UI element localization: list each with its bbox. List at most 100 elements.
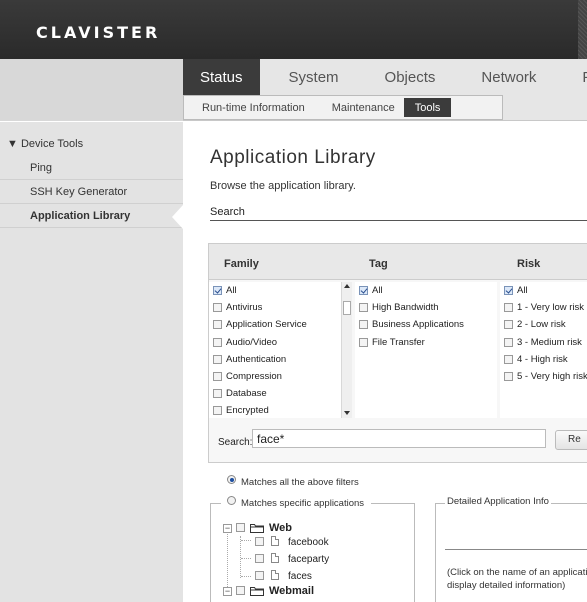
checkbox[interactable]: [213, 389, 222, 399]
risk-option-3-medium-risk[interactable]: 3 - Medium risk: [500, 334, 587, 351]
tab-system[interactable]: System: [272, 59, 356, 95]
tab-status[interactable]: Status: [183, 59, 260, 95]
family-option-audio-video[interactable]: Audio/Video: [209, 334, 341, 351]
family-option-antivirus[interactable]: Antivirus: [209, 299, 341, 316]
family-list[interactable]: All Antivirus Application Service Audio/Vid…: [209, 282, 341, 418]
tree-checkbox-facebook[interactable]: [255, 537, 264, 546]
sidebar-item-ssh-key-generator[interactable]: SSH Key Generator: [0, 180, 183, 204]
risk-option-2-low-risk[interactable]: 2 - Low risk: [500, 316, 587, 333]
checkbox[interactable]: [359, 320, 368, 330]
subtab-run-time-information[interactable]: Run-time Information: [184, 96, 314, 119]
option-label: High Bandwidth: [372, 302, 439, 314]
tree-checkbox-faces[interactable]: [255, 571, 264, 580]
risk-option-5-very-high-risk[interactable]: 5 - Very high risk: [500, 368, 587, 385]
checkbox[interactable]: [504, 354, 513, 364]
subtab-tools[interactable]: Tools: [403, 98, 452, 117]
matches-all-radio[interactable]: [227, 475, 236, 484]
option-label: Antivirus: [226, 302, 263, 314]
matches-all-label[interactable]: Matches all the above filters: [241, 477, 359, 488]
scroll-down-icon[interactable]: [344, 411, 350, 415]
checkbox[interactable]: [213, 303, 222, 313]
detail-hint: (Click on the name of an applicati displ…: [447, 566, 587, 592]
family-option-encrypted[interactable]: Encrypted: [209, 402, 341, 418]
risk-option-1-very-low-risk[interactable]: 1 - Very low risk: [500, 299, 587, 316]
scroll-up-icon[interactable]: [344, 284, 350, 288]
tab-poli[interactable]: Poli: [565, 59, 587, 95]
tree-checkbox-webmail[interactable]: [236, 586, 245, 595]
sidebar-item-application-library[interactable]: Application Library: [0, 204, 183, 228]
checkbox[interactable]: [213, 406, 222, 416]
tree-checkbox-web[interactable]: [236, 523, 245, 532]
checkbox[interactable]: [504, 372, 513, 382]
tree-connector: [240, 536, 241, 578]
tab-network[interactable]: Network: [464, 59, 553, 95]
sub-tabs: Run-time Information Maintenance Tools: [183, 95, 503, 120]
tree-checkbox-faceparty[interactable]: [255, 554, 264, 563]
family-option-application-service[interactable]: Application Service: [209, 316, 341, 333]
tag-option-all[interactable]: All: [355, 282, 497, 299]
detail-hint-line1: (Click on the name of an applicati: [447, 567, 587, 578]
family-list-scrollbar[interactable]: [341, 282, 352, 418]
page-description: Browse the application library.: [210, 180, 356, 192]
option-label: Authentication: [226, 353, 287, 365]
family-option-compression[interactable]: Compression: [209, 368, 341, 385]
family-option-all[interactable]: All: [209, 282, 341, 299]
checkbox[interactable]: [504, 303, 513, 313]
filter-search-label: Search:: [218, 437, 253, 448]
checkbox[interactable]: [504, 337, 513, 347]
sidebar: ▼ Device Tools Ping SSH Key Generator Ap…: [0, 122, 183, 602]
checkbox[interactable]: [359, 286, 368, 296]
sidebar-item-ping[interactable]: Ping: [0, 156, 183, 180]
tag-list[interactable]: All High Bandwidth Business Applications Fi…: [355, 282, 497, 418]
option-label: All: [226, 285, 237, 297]
tag-column-header: Tag: [369, 258, 388, 270]
checkbox[interactable]: [213, 286, 222, 296]
matches-specific-radio[interactable]: [227, 496, 236, 505]
tree-item-facebook[interactable]: facebook: [288, 537, 329, 548]
tree-connector: [241, 558, 251, 559]
detail-hint-line2: display detailed information): [447, 580, 566, 591]
search-section-label: Search: [210, 206, 245, 218]
tree-group-webmail[interactable]: Webmail: [269, 585, 314, 597]
tag-option-business-applications[interactable]: Business Applications: [355, 316, 497, 333]
folder-icon: [250, 524, 264, 533]
subtab-maintenance[interactable]: Maintenance: [314, 96, 404, 119]
checkbox[interactable]: [213, 320, 222, 330]
reset-button[interactable]: Re: [555, 430, 587, 450]
family-option-authentication[interactable]: Authentication: [209, 351, 341, 368]
collapse-toggle-icon[interactable]: −: [223, 587, 232, 596]
tab-objects[interactable]: Objects: [368, 59, 453, 95]
option-label: All: [517, 285, 528, 297]
tree-item-faces[interactable]: faces: [288, 571, 312, 582]
checkbox[interactable]: [213, 372, 222, 382]
tree-group-web[interactable]: Web: [269, 522, 292, 534]
option-label: 5 - Very high risk: [517, 371, 587, 383]
family-option-database[interactable]: Database: [209, 385, 341, 402]
sidebar-section-device-tools[interactable]: ▼ Device Tools: [0, 122, 183, 150]
detail-divider: [445, 549, 587, 550]
checkbox[interactable]: [213, 354, 222, 364]
checkbox[interactable]: [504, 320, 513, 330]
collapse-toggle-icon[interactable]: −: [223, 524, 232, 533]
filter-search-input[interactable]: [252, 429, 546, 448]
risk-option-4-high-risk[interactable]: 4 - High risk: [500, 351, 587, 368]
risk-list[interactable]: All 1 - Very low risk 2 - Low risk 3 - Medi…: [500, 282, 587, 418]
tag-option-file-transfer[interactable]: File Transfer: [355, 334, 497, 351]
option-label: Encrypted: [226, 405, 269, 417]
matches-specific-label[interactable]: Matches specific applications: [241, 498, 364, 509]
option-label: Database: [226, 388, 267, 400]
checkbox[interactable]: [504, 286, 513, 296]
option-label: Audio/Video: [226, 336, 278, 348]
option-label: Compression: [226, 371, 282, 383]
clavister-logo: CLAVISTER: [36, 23, 161, 42]
header-edge-decoration: [578, 0, 587, 59]
top-header-bar: CLAVISTER: [0, 0, 587, 59]
tag-option-high-bandwidth[interactable]: High Bandwidth: [355, 299, 497, 316]
checkbox[interactable]: [359, 303, 368, 313]
risk-option-all[interactable]: All: [500, 282, 587, 299]
checkbox[interactable]: [213, 337, 222, 347]
checkbox[interactable]: [359, 337, 368, 347]
tree-item-faceparty[interactable]: faceparty: [288, 554, 329, 565]
risk-column-header: Risk: [517, 258, 541, 270]
scroll-thumb[interactable]: [343, 301, 351, 315]
